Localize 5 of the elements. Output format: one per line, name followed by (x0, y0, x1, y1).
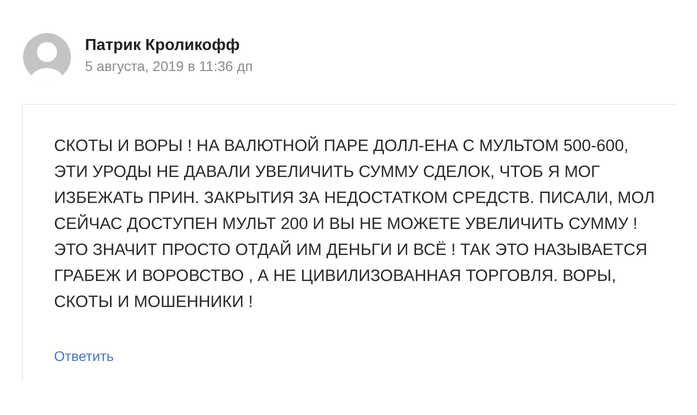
comment-date[interactable]: 5 августа, 2019 в 11:36 дп (85, 58, 253, 74)
author-name: Патрик Кроликофф (85, 37, 241, 55)
comment-text: СКОТЫ И ВОРЫ ! НА ВАЛЮТНОЙ ПАРЕ ДОЛЛ-ЕНА С МУЛЬТОМ 500-600, ЭТИ УРОДЫ НЕ ДАВАЛИ УВЕЛИЧИТЬ СУММУ СДЕЛОК, ЧТОБ Я МОГ ИЗБЕЖАТЬ ПРИН. ЗАКРЫТИЯ ЗА НЕДОСТАТКОМ СРЕДСТВ. ПИСАЛИ, МОЛ СЕЙЧАС ДОСТУПЕН МУЛЬТ 200 И ВЫ НЕ МОЖЕТЕ УВЕЛИЧИТЬ СУММУ ! ЭТО ЗНАЧИТ ПРОСТО ОТДАЙ ИМ ДЕНЬГИ И ВСЁ ! ТАК ЭТО НАЗЫВАЕТСЯ ГРАБЕЖ И ВОРОВСТВО , А НЕ ЦИВИЛИЗОВАННАЯ ТОРГОВЛЯ. ВОРЫ, СКОТЫ И МОШЕННИКИ ! (54, 135, 656, 313)
reply-link[interactable]: Ответить (54, 348, 114, 364)
avatar-icon (22, 33, 72, 81)
